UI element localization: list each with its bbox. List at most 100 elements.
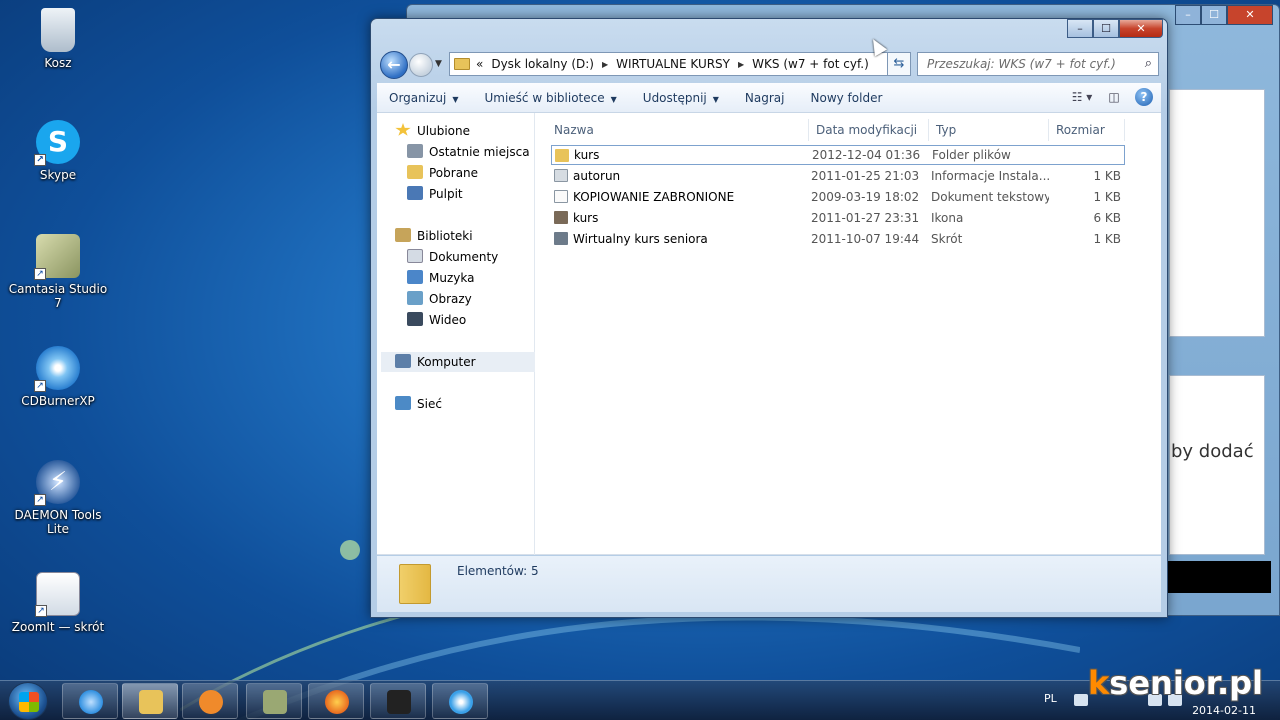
help-icon[interactable]: ? (1135, 88, 1153, 106)
desktop-icon-label: CDBurnerXP (21, 394, 95, 408)
search-icon[interactable]: ⌕ (1145, 53, 1152, 75)
folder-icon (454, 58, 470, 70)
nav-item-favorites[interactable]: Ulubione (395, 121, 470, 141)
taskbar-app-ie[interactable] (62, 683, 118, 719)
nav-item-documents[interactable]: Dokumenty (407, 247, 498, 267)
recorder-icon (387, 690, 411, 714)
video-icon (407, 312, 423, 326)
explorer-window[interactable]: – ☐ ✕ ← ▼ « Dysk lokalny (D:) ▶ WIRTUALN… (370, 18, 1168, 618)
address-bar[interactable]: « Dysk lokalny (D:) ▶ WIRTUALNE KURSY ▶ … (449, 52, 911, 76)
refresh-button[interactable]: ⇆ (887, 52, 911, 76)
desktop-icon-label: Skype (39, 168, 77, 182)
star-icon (395, 123, 411, 136)
settings-file-icon (554, 169, 568, 182)
file-row[interactable]: KOPIOWANIE ZABRONIONE 2009-03-19 18:02 D… (551, 187, 1125, 207)
navigation-bar: ← ▼ « Dysk lokalny (D:) ▶ WIRTUALNE KURS… (377, 49, 1161, 81)
column-header-name[interactable]: Nazwa (547, 119, 809, 141)
music-icon (407, 270, 423, 284)
desktop-icon (407, 186, 423, 200)
bg-panel (1169, 89, 1265, 337)
taskbar-app-firefox[interactable] (308, 683, 364, 719)
taskbar-app-recorder[interactable] (370, 683, 426, 719)
column-header-size[interactable]: Rozmiar (1049, 119, 1125, 141)
desktop-icon-recycle-bin[interactable]: Kosz (4, 8, 112, 70)
clock-date[interactable]: 2014-02-11 (1192, 704, 1256, 717)
chevron-right-icon[interactable]: ▶ (602, 60, 608, 69)
media-player-icon (199, 690, 223, 714)
minimize-button[interactable]: – (1067, 19, 1093, 38)
file-row[interactable]: autorun 2011-01-25 21:03 Informacje Inst… (551, 166, 1125, 186)
organize-button[interactable]: Organizuj ▼ (377, 91, 472, 105)
windows-logo-icon (19, 692, 39, 712)
breadcrumb-current[interactable]: WKS (w7 + fot cyf.) (752, 57, 869, 71)
desktop-icon-label: DAEMON Tools Lite (14, 508, 102, 536)
maximize-button[interactable]: ☐ (1093, 19, 1119, 38)
close-button[interactable]: ✕ (1119, 19, 1163, 38)
chevron-down-icon: ▼ (712, 94, 719, 104)
share-button[interactable]: Udostępnij ▼ (631, 91, 733, 105)
nav-item-computer[interactable]: Komputer (381, 352, 535, 372)
downloads-icon (407, 165, 423, 179)
forward-button[interactable] (409, 53, 433, 77)
shortcut-file-icon (554, 232, 568, 245)
nav-item-music[interactable]: Muzyka (407, 268, 474, 288)
library-icon (395, 228, 411, 242)
taskbar-app-cdburner[interactable] (432, 683, 488, 719)
desktop-icon-zoomit[interactable]: ↗ ZoomIt — skrót (4, 572, 112, 634)
nav-item-recent[interactable]: Ostatnie miejsca (407, 142, 530, 162)
new-folder-button[interactable]: Nowy folder (799, 91, 897, 105)
pictures-icon (407, 291, 423, 305)
caption-buttons: – ☐ ✕ (1067, 19, 1163, 38)
taskbar-app-explorer[interactable] (122, 683, 178, 719)
camtasia-icon (263, 690, 287, 714)
bg-close-button[interactable]: ✕ (1227, 5, 1273, 25)
nav-item-pictures[interactable]: Obrazy (407, 289, 472, 309)
nav-item-videos[interactable]: Wideo (407, 310, 466, 330)
desktop-icon-label: ZoomIt — skrót (11, 620, 105, 634)
search-input[interactable]: Przeszukaj: WKS (w7 + fot cyf.) ⌕ (917, 52, 1159, 76)
file-row[interactable]: kurs 2012-12-04 01:36 Folder plików (551, 145, 1125, 165)
internet-explorer-icon (79, 690, 103, 714)
nav-item-libraries[interactable]: Biblioteki (395, 226, 473, 246)
bg-maximize-button[interactable]: ☐ (1201, 5, 1227, 25)
search-placeholder: Przeszukaj: WKS (w7 + fot cyf.) (927, 57, 1116, 71)
recent-pages-dropdown[interactable]: ▼ (435, 59, 442, 69)
language-indicator[interactable]: PL (1044, 692, 1057, 705)
breadcrumb-folder[interactable]: WIRTUALNE KURSY (616, 57, 730, 71)
breadcrumb-drive[interactable]: Dysk lokalny (D:) (491, 57, 594, 71)
view-options-icon[interactable]: ☷ ▾ (1071, 87, 1093, 107)
desktop-icon-camtasia[interactable]: ↗ Camtasia Studio 7 (4, 234, 112, 310)
chevron-down-icon: ▼ (452, 94, 459, 104)
burn-button[interactable]: Nagraj (733, 91, 799, 105)
include-in-library-button[interactable]: Umieść w bibliotece ▼ (472, 91, 630, 105)
text-file-icon (554, 190, 568, 203)
taskbar-app-media-player[interactable] (182, 683, 238, 719)
icon-file-icon (554, 211, 568, 224)
desktop-icon-cdburnerxp[interactable]: ↗ CDBurnerXP (4, 346, 112, 408)
preview-pane-icon[interactable]: ◫ (1103, 87, 1125, 107)
back-button[interactable]: ← (380, 51, 408, 79)
nav-item-desktop[interactable]: Pulpit (407, 184, 463, 204)
start-button[interactable] (8, 682, 48, 720)
navigation-pane: Ulubione Ostatnie miejsca Pobrane Pulpit… (377, 113, 535, 555)
file-explorer-icon (139, 690, 163, 714)
breadcrumb-overflow[interactable]: « (476, 57, 483, 71)
bg-black-bar (1163, 561, 1271, 593)
content-area: Ulubione Ostatnie miejsca Pobrane Pulpit… (377, 113, 1161, 555)
column-header-type[interactable]: Typ (929, 119, 1049, 141)
chevron-down-icon: ▼ (610, 94, 617, 104)
bg-minimize-button[interactable]: – (1175, 5, 1201, 25)
file-row[interactable]: kurs 2011-01-27 23:31 Ikona 6 KB (551, 208, 1125, 228)
nav-item-downloads[interactable]: Pobrane (407, 163, 478, 183)
taskbar-app-camtasia[interactable] (246, 683, 302, 719)
desktop-icon-skype[interactable]: S ↗ Skype (4, 120, 112, 182)
file-row[interactable]: Wirtualny kurs seniora 2011-10-07 19:44 … (551, 229, 1125, 249)
computer-icon (395, 354, 411, 368)
column-header-date[interactable]: Data modyfikacji (809, 119, 929, 141)
chevron-right-icon[interactable]: ▶ (738, 60, 744, 69)
keyboard-icon[interactable] (1074, 694, 1088, 706)
desktop-icon-daemon-tools[interactable]: ⚡ ↗ DAEMON Tools Lite (4, 460, 112, 536)
details-pane: Elementów: 5 (377, 556, 1161, 612)
nav-item-network[interactable]: Sieć (395, 394, 442, 414)
cdburner-icon (449, 690, 473, 714)
